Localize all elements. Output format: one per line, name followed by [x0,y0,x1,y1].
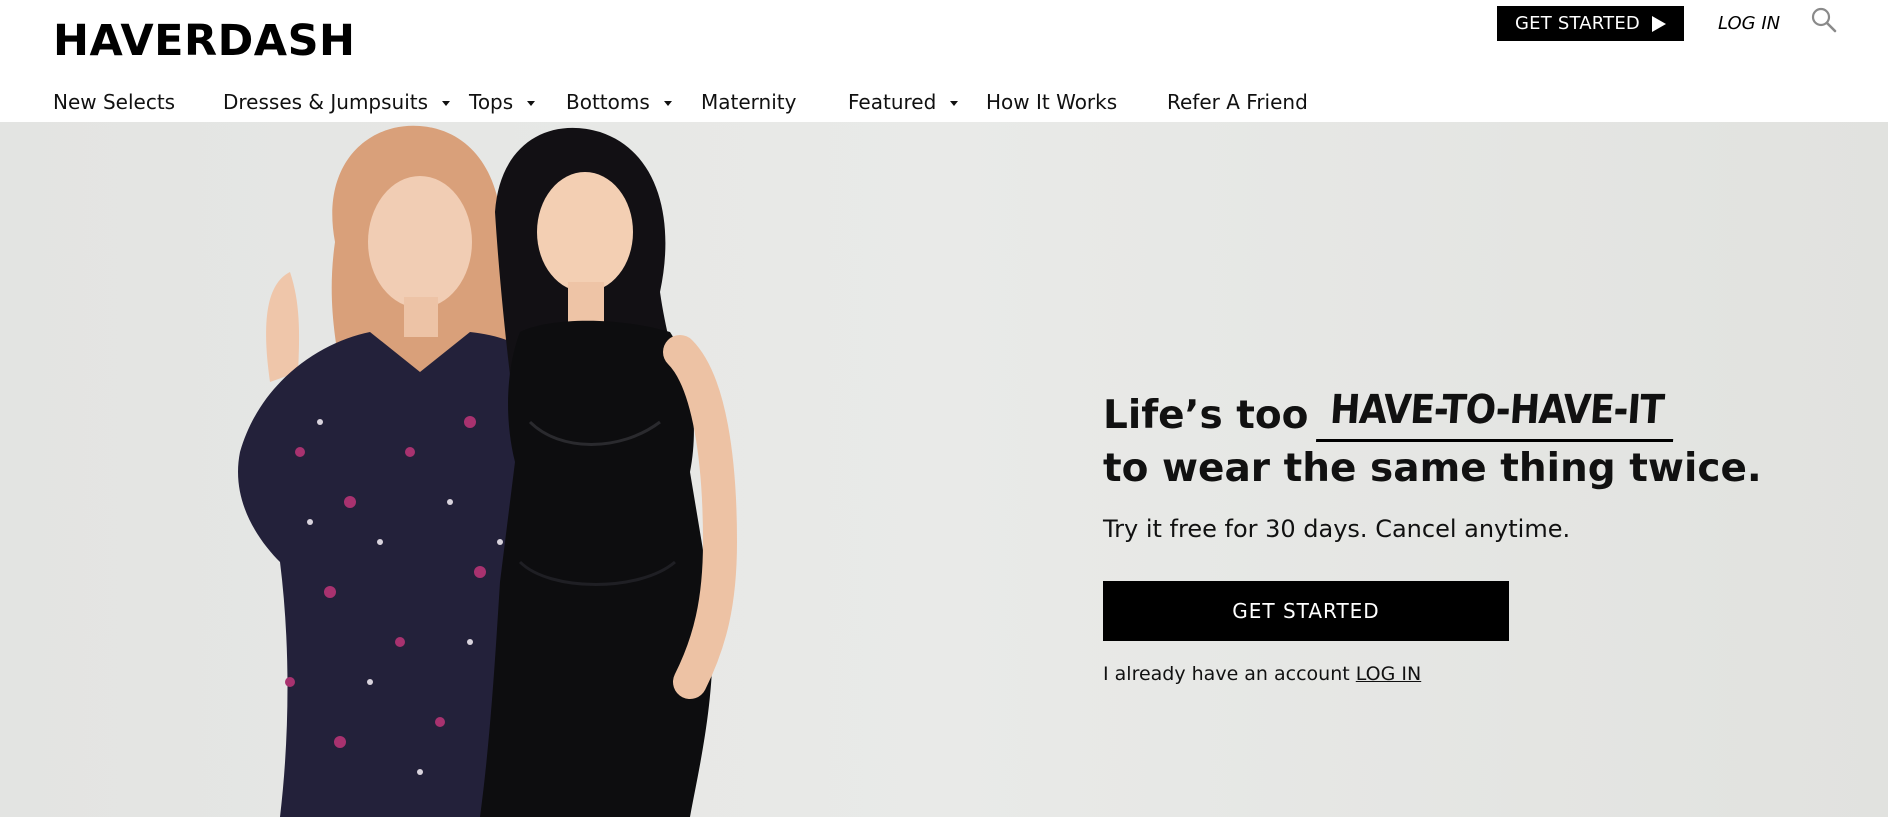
caret-down-icon [527,100,536,106]
hero-models-image [238,125,738,817]
header-login-link[interactable]: LOG IN [1718,13,1780,34]
logo[interactable]: HAVERDASH [53,16,356,66]
hero-subheadline: Try it free for 30 days. Cancel anytime. [1103,515,1571,543]
nav-item-label: New Selects [53,90,176,114]
nav-item-maternity[interactable]: Maternity [701,90,796,114]
headline-prefix: Life’s too [1103,393,1309,438]
caret-down-icon [442,100,451,106]
nav-item-new-selects[interactable]: New Selects [53,90,175,114]
headline-emphasis: HAVE-TO-HAVE-IT [1316,384,1678,442]
header-get-started-label: GET STARTED [1514,13,1640,34]
nav-item-label: Refer A Friend [1167,90,1308,114]
nav-item-label: Tops [469,90,514,114]
hero-banner: Life’s too HAVE-TO-HAVE-IT to wear the s… [0,122,1888,817]
nav-item-refer-a-friend[interactable]: Refer A Friend [1167,90,1308,114]
account-prompt-text: I already have an account [1103,663,1350,685]
hero-headline: Life’s too HAVE-TO-HAVE-IT to wear the s… [1103,384,1762,495]
nav-item-label: Featured [848,90,937,114]
headline-line-1: Life’s too HAVE-TO-HAVE-IT [1103,384,1762,442]
nav-item-label: Maternity [701,90,797,114]
header-get-started-button[interactable]: GET STARTED [1497,6,1684,41]
main-nav: New Selects Dresses & Jumpsuits Tops Bot… [0,84,1888,122]
nav-item-dresses-jumpsuits[interactable]: Dresses & Jumpsuits [223,90,451,114]
headline-line-2: to wear the same thing twice. [1103,446,1762,491]
nav-item-bottoms[interactable]: Bottoms [566,90,672,114]
nav-item-label: Bottoms [566,90,650,114]
caret-down-icon [663,100,672,106]
hero-get-started-button[interactable]: GET STARTED [1103,581,1509,641]
search-icon[interactable] [1810,6,1838,34]
play-icon [1652,15,1666,32]
nav-item-how-it-works[interactable]: How It Works [986,90,1117,114]
nav-item-tops[interactable]: Tops [469,90,536,114]
hero-login-link[interactable]: LOG IN [1356,663,1421,685]
nav-item-label: Dresses & Jumpsuits [223,90,429,114]
nav-item-label: How It Works [986,90,1118,114]
nav-item-featured[interactable]: Featured [848,90,959,114]
site-header: HAVERDASH GET STARTED LOG IN New Selects… [0,0,1888,122]
account-prompt: I already have an account LOG IN [1103,663,1421,685]
caret-down-icon [950,100,959,106]
